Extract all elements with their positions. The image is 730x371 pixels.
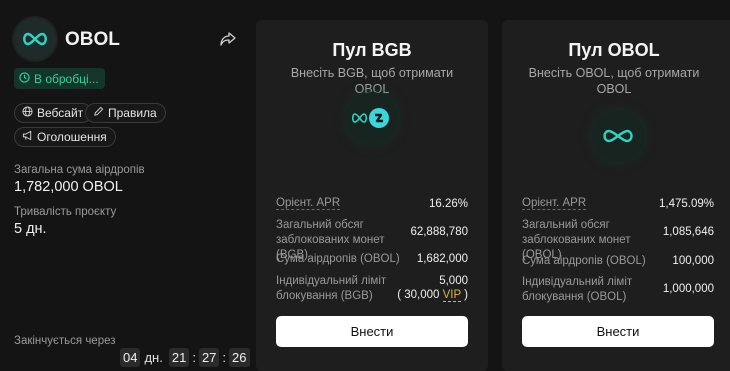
announcements-link[interactable]: Оголошення bbox=[14, 127, 116, 147]
share-icon[interactable] bbox=[220, 31, 236, 47]
duration-value: 5 дн. bbox=[14, 221, 47, 237]
bgb-swap-icon bbox=[346, 92, 398, 144]
airdrop-label: Сума аірдропів (OBOL) bbox=[522, 255, 646, 267]
duration-label: Тривалість проєкту bbox=[14, 206, 117, 218]
countdown-hours: 21 bbox=[168, 348, 190, 367]
limit-value: 5,000 bbox=[439, 275, 468, 287]
locked-value: 62,888,780 bbox=[410, 226, 468, 238]
pool-title: Пул BGB bbox=[332, 40, 412, 60]
countdown-timer: 04 дн. 21 : 27 : 26 bbox=[120, 348, 250, 367]
airdrop-value: 1,682,000 bbox=[416, 253, 468, 265]
clock-icon bbox=[19, 71, 30, 86]
limit-value: 1,000,000 bbox=[662, 283, 714, 295]
limit-label: Індивідуальний ліміт блокування (OBOL) bbox=[522, 276, 633, 303]
pool-card-obol: Пул OBOL Внесіть OBOL, щоб отримати OBOL… bbox=[502, 20, 730, 371]
website-label: Вебсайт bbox=[37, 106, 84, 120]
pool-title: Пул OBOL bbox=[568, 40, 660, 60]
apr-value: 1,475.09% bbox=[659, 198, 714, 210]
rules-label: Правила bbox=[108, 106, 157, 120]
airdrop-label: Сума аірдропів (OBOL) bbox=[276, 253, 400, 265]
apr-label: Орієнт. APR bbox=[276, 197, 341, 210]
countdown-minutes: 27 bbox=[198, 348, 220, 367]
status-text: В обробці... bbox=[34, 71, 99, 86]
megaphone-icon bbox=[22, 130, 33, 144]
status-badge: В обробці... bbox=[14, 68, 105, 89]
limit-label: Індивідуальний ліміт блокування (BGB) bbox=[276, 275, 387, 302]
project-info-panel: OBOL В обробці... Вебсайт Правила Оголош… bbox=[14, 18, 244, 371]
vip-tag[interactable]: VIP bbox=[442, 289, 461, 302]
obol-infinity-icon bbox=[14, 18, 56, 60]
total-airdrop-label: Загальна сума аірдропів bbox=[14, 164, 145, 176]
token-name: OBOL bbox=[65, 29, 120, 50]
countdown-days: 04 bbox=[120, 348, 141, 367]
pool-subtitle: Внесіть OBOL, щоб отримати OBOL bbox=[528, 66, 700, 96]
apr-label: Орієнт. APR bbox=[522, 197, 587, 210]
globe-icon bbox=[22, 106, 33, 120]
pool-card-bgb: Пул BGB Внесіть BGB, щоб отримати OBOL О… bbox=[256, 20, 488, 371]
apr-value: 16.26% bbox=[428, 198, 468, 210]
deposit-button[interactable]: Внести bbox=[522, 316, 714, 347]
obol-infinity-icon bbox=[592, 110, 644, 162]
countdown-days-unit: дн. bbox=[144, 350, 163, 365]
airdrop-value: 100,000 bbox=[672, 255, 714, 267]
locked-value: 1,085,646 bbox=[662, 226, 714, 238]
website-link[interactable]: Вебсайт bbox=[14, 103, 93, 123]
pencil-icon bbox=[93, 106, 104, 120]
countdown-seconds: 26 bbox=[229, 348, 250, 367]
countdown-separator: : bbox=[192, 350, 196, 365]
countdown-label: Закінчується через bbox=[14, 335, 116, 347]
deposit-button[interactable]: Внести bbox=[276, 316, 468, 347]
total-airdrop-value: 1,782,000 OBOL bbox=[14, 179, 123, 195]
vip-limit: ( 30,000 VIP ) bbox=[397, 289, 468, 302]
rules-link[interactable]: Правила bbox=[85, 103, 166, 123]
countdown-separator: : bbox=[222, 350, 227, 365]
announcements-label: Оголошення bbox=[37, 130, 107, 144]
